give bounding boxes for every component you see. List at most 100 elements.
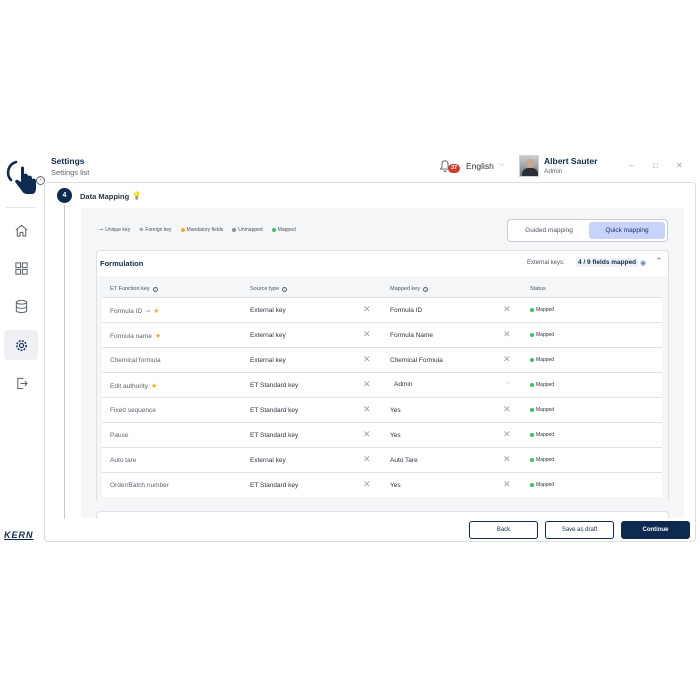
mapped-key-cell[interactable]: Chemical Formula	[390, 357, 443, 364]
info-icon[interactable]: i	[152, 286, 158, 292]
clear-source-icon[interactable]: ✕	[363, 405, 371, 414]
source-type-cell[interactable]: ET Standard key	[250, 432, 298, 439]
mapped-dot-icon	[530, 383, 534, 387]
source-type-cell[interactable]: ET Standard key	[250, 407, 298, 414]
step-title: Data Mapping	[80, 192, 130, 201]
chevron-down-icon[interactable]: ⌵	[499, 161, 504, 169]
status-badge: Mapped	[530, 407, 554, 413]
external-keys-label: External keys:	[527, 260, 565, 266]
brand-logo: KERN	[4, 530, 34, 540]
mapped-dot-icon	[530, 333, 534, 337]
status-badge: Mapped	[530, 432, 554, 438]
language-selector[interactable]: English	[466, 161, 494, 171]
clear-source-icon[interactable]: ✕	[363, 380, 371, 389]
source-type-cell[interactable]: ET Standard key	[250, 482, 298, 489]
sidebar-item-home[interactable]	[4, 215, 38, 245]
star-icon: ★	[154, 333, 162, 340]
chevron-up-icon[interactable]: ⌃	[655, 256, 663, 267]
continue-button[interactable]: Continue	[621, 521, 690, 539]
user-role: Admin	[544, 168, 563, 175]
table-row: Chemical formula External key ✕ Chemical…	[102, 347, 662, 372]
function-key-cell: Order/Batch number	[110, 482, 169, 489]
mapped-key-cell[interactable]: Yes	[390, 407, 401, 414]
user-name: Albert Sauter	[544, 156, 598, 166]
lightbulb-icon[interactable]: 💡	[132, 191, 141, 200]
clear-source-icon[interactable]: ✕	[363, 480, 371, 489]
guided-mapping-tab[interactable]: Guided mapping	[511, 222, 587, 239]
clear-mapped-icon[interactable]: ✕	[503, 455, 511, 464]
clear-source-icon[interactable]: ✕	[363, 330, 371, 339]
status-badge: Mapped	[530, 332, 554, 338]
foreign-key-icon: ⊚	[139, 227, 144, 233]
clear-source-icon[interactable]: ✕	[363, 305, 371, 314]
sidebar-divider	[6, 207, 36, 208]
external-keys-count: 4 / 9 fields mapped	[576, 258, 639, 267]
minimize-icon[interactable]: –	[629, 161, 633, 170]
key-icon: ⊸	[145, 309, 151, 315]
quick-mapping-tab[interactable]: Quick mapping	[589, 222, 665, 239]
mapping-table: Formula ID ⊸ ★ External key ✕ Formula ID ✕…	[102, 297, 662, 497]
clear-mapped-icon[interactable]: ✕	[503, 430, 511, 439]
back-button[interactable]: Back	[469, 521, 538, 539]
mapped-key-cell[interactable]: Formula ID	[390, 307, 422, 314]
sidebar: › KERN	[0, 152, 45, 544]
status-badge: Mapped	[530, 357, 554, 363]
table-row: Auto tare External key ✕ Auto Tare ✕ Map…	[102, 447, 662, 472]
table-row: Formula ID ⊸ ★ External key ✕ Formula ID ✕…	[102, 297, 662, 322]
chevron-down-icon[interactable]: ⌵	[506, 380, 511, 387]
save-draft-button[interactable]: Save as draft	[545, 521, 614, 539]
source-type-cell[interactable]: External key	[250, 307, 286, 314]
info-icon[interactable]: i	[282, 286, 288, 292]
mapping-content: ⊸ Unique key ⊚ Foreign key Mandatory field…	[81, 208, 684, 519]
mapped-key-cell[interactable]: Yes	[390, 432, 401, 439]
sidebar-item-settings[interactable]	[4, 330, 38, 360]
table-row: Fixed sequence ET Standard key ✕ Yes ✕ M…	[102, 397, 662, 422]
sidebar-item-logout[interactable]	[4, 368, 38, 398]
function-key-cell: Pause	[110, 432, 129, 439]
source-type-cell[interactable]: External key	[250, 332, 286, 339]
step-line	[64, 205, 65, 519]
section-title[interactable]: Formulation	[100, 259, 143, 268]
mapped-dot-icon	[530, 433, 534, 437]
function-key-cell: Chemical formula	[110, 357, 161, 364]
clear-mapped-icon[interactable]: ✕	[503, 330, 511, 339]
legend: ⊸ Unique key ⊚ Foreign key Mandatory field…	[99, 227, 296, 233]
clear-source-icon[interactable]: ✕	[363, 355, 371, 364]
source-type-cell[interactable]: External key	[250, 357, 286, 364]
mapped-key-cell[interactable]: Yes	[390, 482, 401, 489]
step-number: 4	[57, 188, 72, 203]
column-header-mapped-key: Mapped key i	[390, 286, 428, 292]
clear-source-icon[interactable]: ✕	[363, 430, 371, 439]
info-icon[interactable]: i	[422, 286, 428, 292]
source-type-cell[interactable]: External key	[250, 457, 286, 464]
function-key-cell: Formula name ★	[110, 333, 162, 340]
legend-unique-key: ⊸ Unique key	[99, 227, 131, 233]
clear-mapped-icon[interactable]: ✕	[503, 405, 511, 414]
sidebar-item-dashboard[interactable]	[4, 253, 38, 283]
function-key-cell: Auto tare	[110, 457, 137, 464]
clear-mapped-icon[interactable]: ✕	[503, 480, 511, 489]
logout-icon	[16, 377, 28, 389]
eye-icon[interactable]: ◉	[640, 259, 646, 267]
clear-mapped-icon[interactable]: ✕	[503, 305, 511, 314]
star-icon: ★	[153, 308, 160, 315]
table-row: Pause ET Standard key ✕ Yes ✕ Mapped	[102, 422, 662, 447]
sidebar-item-database[interactable]	[4, 291, 38, 321]
mapped-key-cell[interactable]: Formula Name	[390, 332, 433, 339]
close-icon[interactable]: ✕	[676, 161, 683, 170]
status-badge: Mapped	[530, 382, 554, 388]
clear-mapped-icon[interactable]: ✕	[503, 355, 511, 364]
mapped-dot-icon	[530, 358, 534, 362]
avatar[interactable]	[519, 155, 539, 177]
table-row: Order/Batch number ET Standard key ✕ Yes…	[102, 472, 662, 497]
mapped-key-cell[interactable]: Auto Tare	[390, 457, 418, 464]
source-type-cell[interactable]: ET Standard key	[250, 382, 298, 389]
clear-source-icon[interactable]: ✕	[363, 455, 371, 464]
grid-icon	[14, 261, 28, 275]
header: Settings Settings list 37 English ⌵ Albe…	[44, 152, 700, 182]
notification-badge: 37	[448, 164, 460, 173]
mapped-dot-icon	[530, 308, 534, 312]
app-window: › KERN Settings Settings list 37 English…	[0, 152, 700, 544]
maximize-icon[interactable]: □	[653, 161, 658, 170]
mapped-key-select[interactable]: Admin	[394, 381, 412, 388]
